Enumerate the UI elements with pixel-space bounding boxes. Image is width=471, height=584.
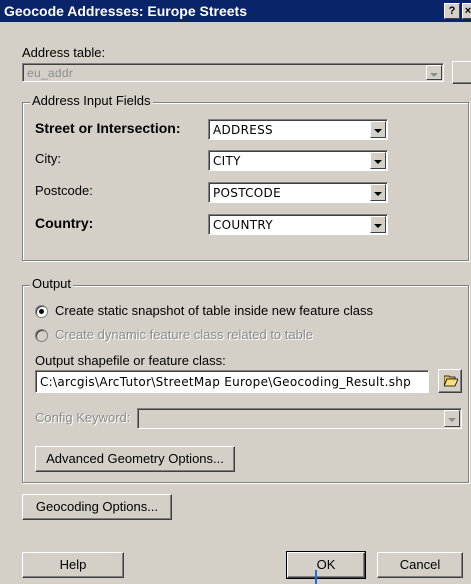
help-title-button[interactable]: ?	[444, 3, 460, 19]
street-field-select[interactable]: ADDRESS	[208, 119, 388, 140]
city-field-select[interactable]: CITY	[208, 150, 388, 171]
country-field-value: COUNTRY	[213, 218, 273, 232]
postcode-field-select[interactable]: POSTCODE	[208, 182, 388, 203]
chevron-down-icon[interactable]	[370, 121, 386, 138]
advanced-geometry-options-button[interactable]: Advanced Geometry Options...	[35, 446, 235, 472]
chevron-down-icon	[426, 65, 442, 80]
help-button-label: Help	[59, 557, 87, 572]
chevron-down-icon[interactable]	[370, 184, 386, 201]
config-keyword-label: Config Keyword:	[35, 410, 131, 425]
ok-button[interactable]: OK	[286, 551, 366, 579]
close-title-button[interactable]: ×	[462, 3, 471, 19]
postcode-field-value: POSTCODE	[213, 186, 281, 200]
address-table-browse-button	[452, 61, 471, 84]
chevron-down-icon	[444, 410, 460, 427]
dynamic-feature-label: Create dynamic feature class related to …	[55, 327, 313, 342]
close-icon: ×	[464, 5, 471, 17]
street-label: Street or Intersection:	[35, 120, 181, 136]
title-bar: Geocode Addresses: Europe Streets ? ×	[0, 0, 471, 24]
output-legend: Output	[30, 276, 74, 291]
dynamic-feature-radio	[35, 329, 48, 342]
output-shapefile-input[interactable]: C:\arcgis\ArcTutor\StreetMap Europe\Geoc…	[35, 370, 429, 393]
browse-folder-button[interactable]	[438, 369, 462, 393]
static-snapshot-label[interactable]: Create static snapshot of table inside n…	[55, 303, 373, 318]
output-shapefile-label: Output shapefile or feature class:	[35, 353, 226, 368]
output-shapefile-value: C:\arcgis\ArcTutor\StreetMap Europe\Geoc…	[40, 375, 412, 389]
chevron-down-icon[interactable]	[370, 216, 386, 233]
ok-button-label: OK	[316, 557, 336, 572]
help-icon: ?	[448, 5, 456, 17]
window-title: Geocode Addresses: Europe Streets	[4, 3, 248, 19]
address-table-value: eu_addr	[27, 66, 74, 80]
geocoding-options-button[interactable]: Geocoding Options...	[22, 494, 172, 520]
geocoding-options-label: Geocoding Options...	[35, 499, 159, 514]
address-table-label: Address table:	[22, 45, 106, 60]
static-snapshot-radio[interactable]	[35, 305, 48, 318]
country-label: Country:	[35, 215, 94, 231]
chevron-down-icon[interactable]	[370, 152, 386, 169]
address-input-fields-legend: Address Input Fields	[30, 93, 153, 108]
open-folder-icon	[444, 375, 458, 387]
help-button[interactable]: Help	[22, 552, 124, 578]
postcode-label: Postcode:	[35, 183, 93, 198]
address-table-select: eu_addr	[22, 63, 444, 82]
pointer-callout-line	[315, 570, 317, 584]
cancel-button[interactable]: Cancel	[377, 552, 463, 578]
advanced-geometry-options-label: Advanced Geometry Options...	[46, 451, 224, 466]
country-field-select[interactable]: COUNTRY	[208, 214, 388, 235]
street-field-value: ADDRESS	[213, 123, 273, 137]
cancel-button-label: Cancel	[399, 557, 441, 572]
city-label: City:	[35, 151, 61, 166]
config-keyword-select	[137, 408, 462, 429]
city-field-value: CITY	[213, 154, 241, 168]
